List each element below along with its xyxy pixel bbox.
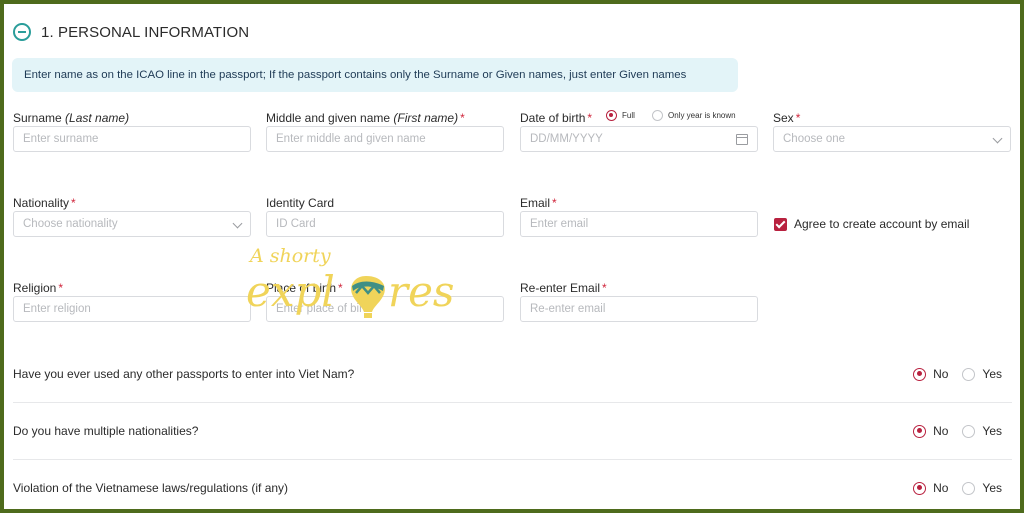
dob-placeholder: DD/MM/YYYY: [530, 133, 603, 145]
surname-input[interactable]: Enter surname: [13, 126, 251, 152]
answer-no-label: No: [933, 424, 949, 438]
required-mark: *: [552, 196, 557, 210]
sex-placeholder: Choose one: [783, 133, 846, 145]
section-title: 1. PERSONAL INFORMATION: [41, 23, 250, 41]
reenter-email-field: Re-enter Email * Re-enter email: [520, 280, 758, 322]
place-of-birth-field: Place of birth * Enter place of birth: [266, 280, 504, 322]
calendar-icon[interactable]: [736, 134, 748, 145]
answer-yes[interactable]: Yes: [962, 481, 1002, 495]
info-notice: Enter name as on the ICAO line in the pa…: [12, 58, 738, 92]
question-other-passports: Have you ever used any other passports t…: [4, 346, 1020, 402]
radio-selected-icon[interactable]: [913, 367, 927, 381]
dob-option-year[interactable]: Only year is known: [652, 110, 736, 121]
given-name-input[interactable]: Enter middle and given name: [266, 126, 504, 152]
answer-yes[interactable]: Yes: [962, 424, 1002, 438]
dob-option-full-label: Full: [622, 111, 635, 120]
answer-yes-label: Yes: [982, 481, 1002, 495]
place-of-birth-label: Place of birth: [266, 281, 337, 295]
required-mark: *: [71, 196, 76, 210]
radio-empty-icon[interactable]: [652, 110, 663, 121]
sex-label: Sex: [773, 111, 794, 125]
question-text: Violation of the Vietnamese laws/regulat…: [13, 481, 289, 495]
answer-yes-label: Yes: [982, 424, 1002, 438]
collapse-minus-icon[interactable]: [13, 23, 31, 41]
required-mark: *: [460, 111, 465, 125]
radio-selected-icon[interactable]: [913, 481, 927, 495]
question-law-violation: Violation of the Vietnamese laws/regulat…: [4, 460, 1020, 509]
agree-create-account[interactable]: Agree to create account by email: [774, 217, 969, 231]
reenter-email-label: Re-enter Email: [520, 281, 601, 295]
identity-card-field: Identity Card ID Card: [266, 195, 504, 237]
required-mark: *: [602, 281, 607, 295]
question-text: Do you have multiple nationalities?: [13, 424, 199, 438]
dob-field: Date of birth * Full Only year is known D…: [520, 110, 758, 152]
section-header[interactable]: 1. PERSONAL INFORMATION: [12, 20, 249, 44]
dob-input[interactable]: DD/MM/YYYY: [520, 126, 758, 152]
answer-options: No Yes: [913, 460, 1002, 509]
surname-hint: (Last name): [65, 111, 130, 125]
surname-label: Surname: [13, 111, 62, 125]
given-name-label: Middle and given name: [266, 111, 391, 125]
given-name-hint: (First name): [393, 111, 459, 125]
required-mark: *: [338, 281, 343, 295]
dob-option-full[interactable]: Full: [606, 110, 635, 121]
agree-label: Agree to create account by email: [794, 217, 970, 231]
sex-select[interactable]: Choose one: [773, 126, 1011, 152]
radio-empty-icon[interactable]: [962, 481, 976, 495]
email-field: Email * Enter email: [520, 195, 758, 237]
answer-options: No Yes: [913, 403, 1002, 459]
answer-no-label: No: [933, 481, 949, 495]
email-input[interactable]: Enter email: [520, 211, 758, 237]
answer-no[interactable]: No: [913, 481, 948, 495]
identity-card-input[interactable]: ID Card: [266, 211, 504, 237]
radio-selected-icon[interactable]: [606, 110, 617, 121]
chevron-down-icon[interactable]: [992, 133, 1003, 144]
answer-options: No Yes: [913, 346, 1002, 402]
nationality-field: Nationality * Choose nationality: [13, 195, 251, 237]
answer-yes-label: Yes: [982, 367, 1002, 381]
nationality-select[interactable]: Choose nationality: [13, 211, 251, 237]
radio-empty-icon[interactable]: [962, 367, 976, 381]
answer-no[interactable]: No: [913, 424, 948, 438]
reenter-email-input[interactable]: Re-enter email: [520, 296, 758, 322]
radio-selected-icon[interactable]: [913, 424, 927, 438]
dob-label: Date of birth: [520, 111, 586, 125]
dob-option-year-label: Only year is known: [668, 111, 736, 120]
sex-field: Sex * Choose one: [773, 110, 1011, 152]
question-multiple-nationalities: Do you have multiple nationalities? No Y…: [4, 403, 1020, 459]
surname-field: Surname (Last name) Enter surname: [13, 110, 251, 152]
email-label: Email: [520, 196, 551, 210]
religion-field: Religion * Enter religion: [13, 280, 251, 322]
answer-no-label: No: [933, 367, 949, 381]
religion-label: Religion: [13, 281, 57, 295]
place-of-birth-input[interactable]: Enter place of birth: [266, 296, 504, 322]
required-mark: *: [58, 281, 64, 295]
required-mark: *: [795, 111, 801, 125]
radio-empty-icon[interactable]: [962, 424, 976, 438]
checkbox-checked-icon[interactable]: [774, 217, 787, 231]
personal-info-form: 1. PERSONAL INFORMATION Enter name as on…: [4, 4, 1020, 509]
religion-input[interactable]: Enter religion: [13, 296, 251, 322]
identity-card-label: Identity Card: [266, 196, 335, 210]
nationality-label: Nationality: [13, 196, 70, 210]
watermark-line1: A shorty: [248, 245, 331, 267]
answer-yes[interactable]: Yes: [962, 367, 1002, 381]
nationality-placeholder: Choose nationality: [23, 218, 118, 230]
chevron-down-icon[interactable]: [232, 218, 243, 229]
required-mark: *: [587, 111, 593, 125]
question-text: Have you ever used any other passports t…: [13, 367, 355, 381]
answer-no[interactable]: No: [913, 367, 948, 381]
given-name-field: Middle and given name (First name) * Ente…: [266, 110, 504, 152]
